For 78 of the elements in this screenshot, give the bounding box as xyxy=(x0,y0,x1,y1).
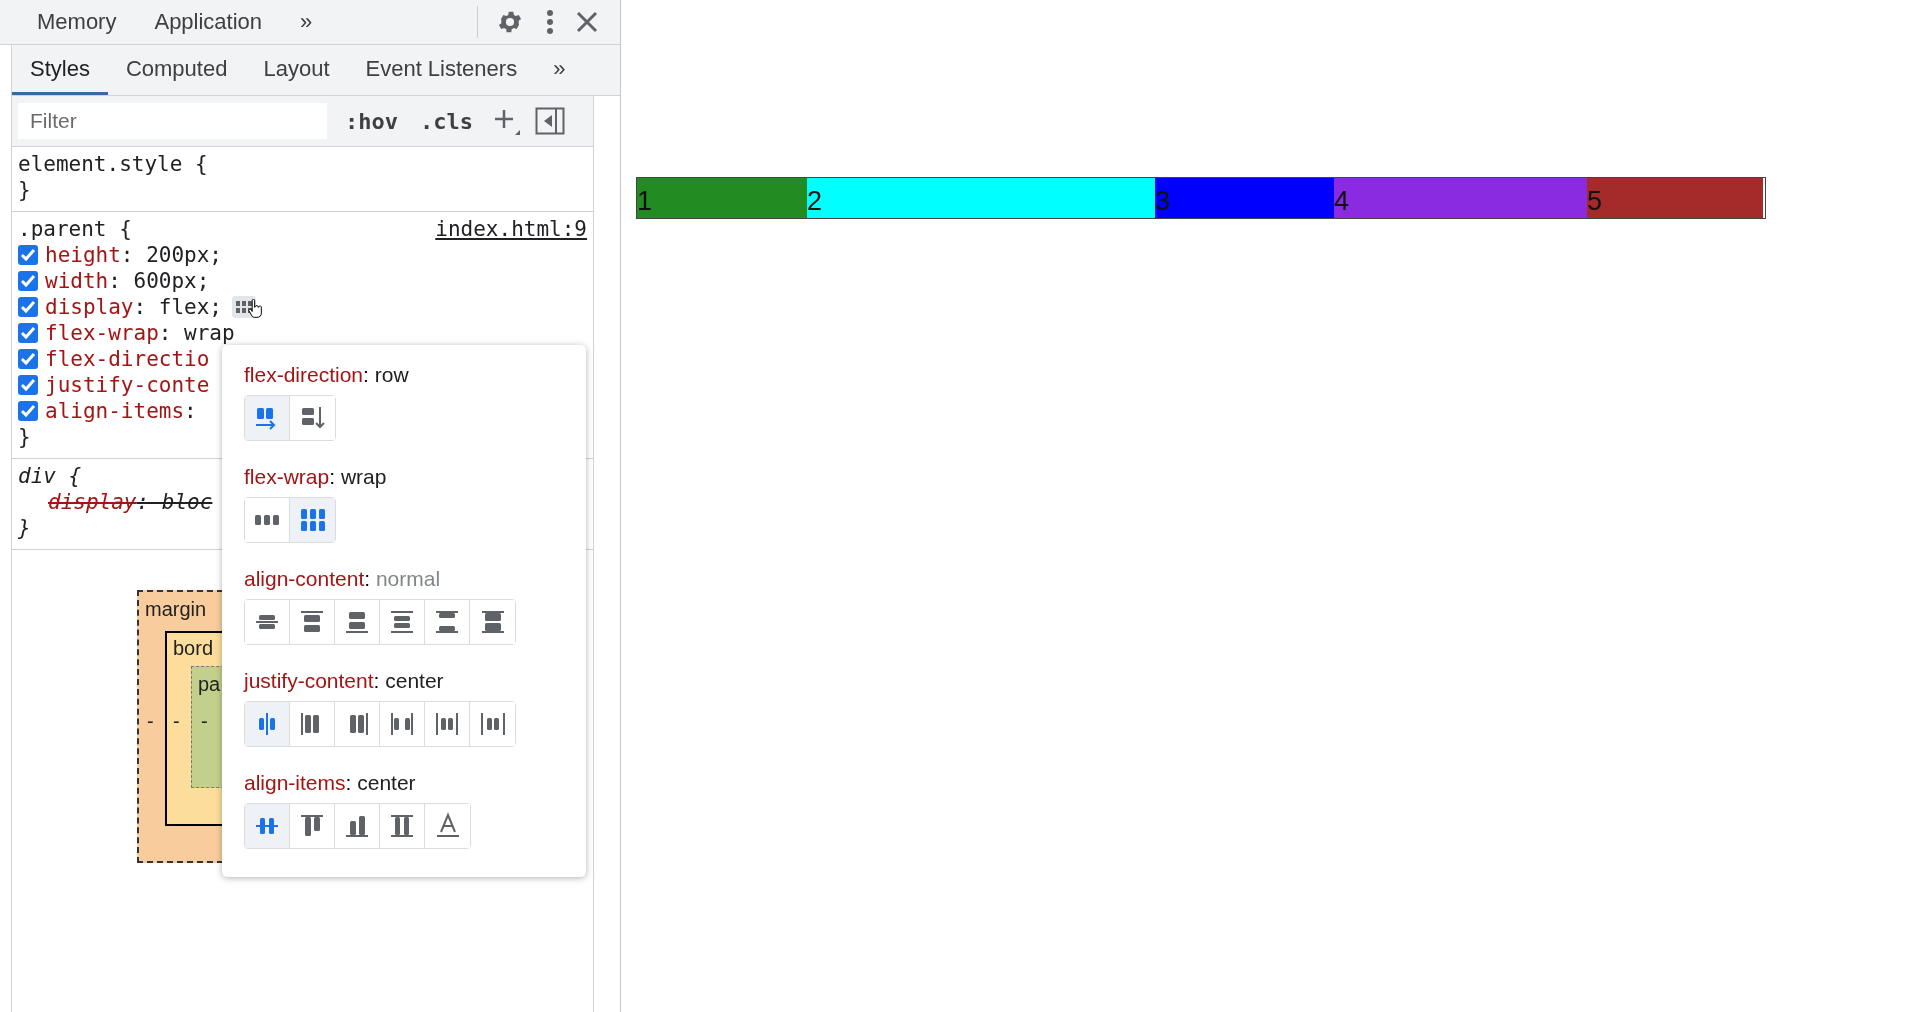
checkbox[interactable] xyxy=(18,245,38,265)
panel-tab[interactable]: Application xyxy=(135,9,282,35)
css-selector: element.style { xyxy=(18,151,208,177)
flex-property-label: align-items: center xyxy=(244,771,417,795)
property-name: display xyxy=(45,294,134,320)
property-value: : flex; xyxy=(133,294,223,320)
property-value: : 600px; xyxy=(108,268,210,294)
justify-icon xyxy=(433,710,461,738)
css-selector: div { xyxy=(18,463,82,489)
checkbox[interactable] xyxy=(18,401,38,421)
margin-value: - xyxy=(147,710,154,733)
checkbox[interactable] xyxy=(18,271,38,291)
property-name: align-items xyxy=(45,398,185,424)
checkbox[interactable] xyxy=(18,349,38,369)
closing-brace: } xyxy=(18,515,31,541)
sidebar-tab[interactable]: Layout xyxy=(245,45,348,95)
flex-item: 1 xyxy=(637,178,807,218)
checkmark-icon xyxy=(20,300,36,314)
property-name: flex-wrap xyxy=(45,320,159,346)
hand-cursor-icon xyxy=(248,299,264,319)
checkmark-icon xyxy=(20,404,36,418)
closing-brace: } xyxy=(18,424,31,450)
flex-item: 3 xyxy=(1155,178,1334,218)
sidebar-tab[interactable]: Computed xyxy=(107,45,246,95)
property-value: : wrap xyxy=(158,320,235,346)
flex-property-label: align-content: normal xyxy=(244,567,442,591)
sidebar-tab[interactable]: Event Listeners xyxy=(347,45,536,95)
margin-label: margin xyxy=(145,598,207,621)
more-menu-icon[interactable] xyxy=(546,9,554,35)
flex-property-label: flex-direction: row xyxy=(244,363,410,387)
closing-brace: } xyxy=(18,177,31,203)
checkmark-icon xyxy=(20,326,36,340)
flex-option-button[interactable] xyxy=(290,498,335,542)
panel-tab[interactable]: » xyxy=(281,9,332,35)
flex-item: 5 xyxy=(1587,178,1763,218)
flex-item: 2 xyxy=(807,178,1155,218)
align-content-icon xyxy=(388,608,416,636)
wrap-icon xyxy=(298,506,327,534)
flex-property-label: justify-content: center xyxy=(244,669,445,693)
hover-state-button[interactable]: :hov xyxy=(341,108,402,134)
property-name: width xyxy=(45,268,109,294)
property-name: flex-directio xyxy=(45,346,210,372)
border-label: bord xyxy=(173,637,214,660)
padding-value: - xyxy=(201,710,208,733)
flex-option-button[interactable] xyxy=(245,498,290,542)
sidebar-tab[interactable]: » xyxy=(535,45,584,95)
checkbox[interactable] xyxy=(18,375,38,395)
property-name: justify-conte xyxy=(45,372,210,398)
flex-option-button[interactable] xyxy=(245,600,290,644)
checkmark-icon xyxy=(20,274,36,288)
class-button[interactable]: .cls xyxy=(416,108,477,134)
flex-option-button[interactable] xyxy=(245,396,290,440)
align-items-icon xyxy=(388,812,416,840)
border-value: - xyxy=(173,710,180,733)
checkbox[interactable] xyxy=(18,297,38,317)
checkmark-icon xyxy=(20,248,36,262)
flex-option-button[interactable] xyxy=(245,804,290,848)
padding-label: pa xyxy=(198,673,221,695)
checkbox[interactable] xyxy=(18,323,38,343)
property-value: : xyxy=(184,398,197,424)
flex-property-label: flex-wrap: wrap xyxy=(244,465,388,489)
justify-icon xyxy=(388,710,416,738)
justify-icon xyxy=(478,710,507,738)
flex-option-button[interactable] xyxy=(245,702,290,746)
close-icon[interactable] xyxy=(576,11,598,33)
checkmark-icon xyxy=(20,352,36,366)
css-selector: .parent { xyxy=(18,216,132,242)
property-value: : bloc xyxy=(136,489,213,515)
property-value: : 200px; xyxy=(120,242,222,268)
checkmark-icon xyxy=(20,378,36,392)
flex-item: 4 xyxy=(1334,178,1587,218)
source-link[interactable]: index.html:9 xyxy=(435,216,587,242)
panel-tab[interactable]: Memory xyxy=(18,9,136,35)
property-name: display xyxy=(48,489,137,515)
align-content-icon xyxy=(433,608,461,636)
filter-field[interactable]: Filter xyxy=(18,103,328,139)
property-name: height xyxy=(45,242,121,268)
sidebar-toggle-icon[interactable] xyxy=(535,107,565,135)
